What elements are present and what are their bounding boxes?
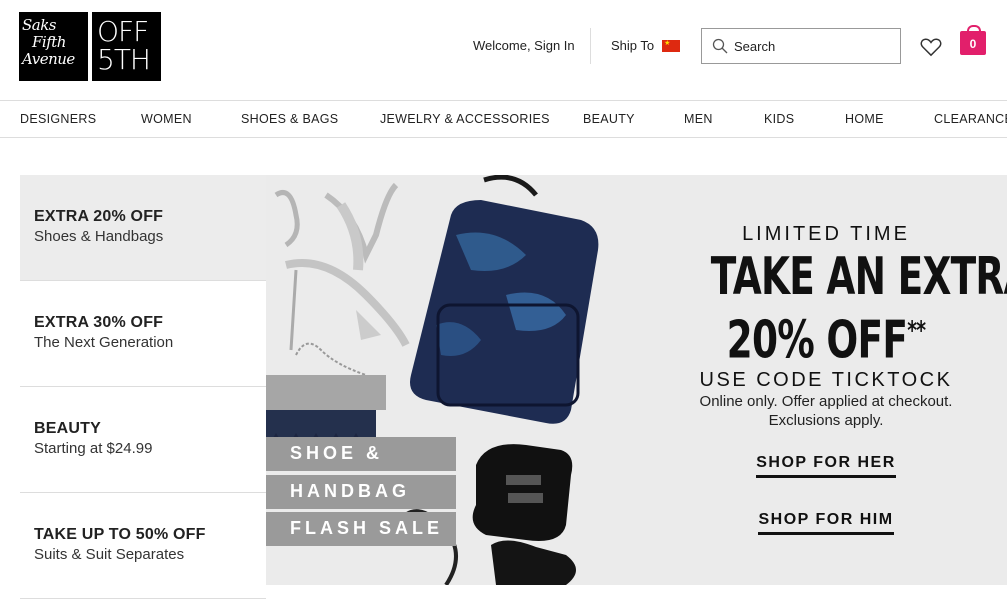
limited-time-label: LIMITED TIME [742,223,910,245]
nav-designers[interactable]: DESIGNERS [20,112,96,126]
sign-in-link[interactable]: Welcome, Sign In [473,38,575,53]
offer-fine-print: Online only. Offer applied at checkout. [699,393,953,411]
promo-item[interactable]: EXTRA 30% OFF The Next Generation [20,281,266,387]
ship-to-label: Ship To [611,38,655,53]
promo-subtitle: Shoes & Handbags [34,228,164,245]
promo-item[interactable]: TAKE UP TO 50% OFF Suits & Suit Separate… [20,493,266,599]
off5th-logo: OFF 5TH [90,12,161,81]
search-icon [712,38,728,54]
off5th-logo-line: OFF [97,15,149,48]
nav-kids[interactable]: KIDS [764,112,794,126]
promo-subtitle: The Next Generation [34,334,174,351]
shop-for-him-link[interactable]: SHOP FOR HIM [758,511,894,536]
nav-men[interactable]: MEN [684,112,713,126]
saks-logo-line: Fifth [32,33,66,51]
hero-banner[interactable]: SHOE & HANDBAG FLASH SALE LIMITED TIME T… [266,175,1007,585]
hero-discount: 20% OFF** [711,304,941,367]
bag-count: 0 [969,37,977,51]
header-divider [590,28,591,64]
promo-code: USE CODE TICKTOCK [699,369,953,392]
main-nav: DESIGNERS WOMEN SHOES & BAGS JEWELRY & A… [0,100,1007,138]
shop-for-her-link[interactable]: SHOP FOR HER [756,454,896,479]
hero-discount-footnote: ** [907,316,926,346]
saks-off5th-logo[interactable]: Saks Fifth Avenue OFF 5TH [19,12,161,81]
promo-item[interactable]: BEAUTY Starting at $24.99 [20,387,266,493]
offer-exclusions: Exclusions apply. [768,412,884,430]
site-header: Saks Fifth Avenue OFF 5TH Welcome, Sign … [0,0,1007,100]
promo-title: EXTRA 30% OFF [34,314,164,331]
nav-home[interactable]: HOME [845,112,884,126]
hero-discount-text: 20% OFF [726,310,908,371]
promo-item[interactable]: EXTRA 20% OFF Shoes & Handbags [20,175,266,281]
promo-subtitle: Suits & Suit Separates [34,546,185,563]
search-box[interactable] [701,28,901,64]
nav-shoes-bags[interactable]: SHOES & BAGS [241,112,338,126]
flash-label: HANDBAG [266,475,456,509]
saks-logo-line: Saks [22,16,57,34]
nav-clearance[interactable]: CLEARANCE [934,112,1007,126]
promo-title: TAKE UP TO 50% OFF [34,526,206,543]
nav-women[interactable]: WOMEN [141,112,192,126]
search-input[interactable] [734,38,894,54]
nav-jewelry-accessories[interactable]: JEWELRY & ACCESSORIES [380,112,550,126]
flash-label: FLASH SALE [266,512,456,546]
china-flag-icon [662,39,681,52]
promo-title: BEAUTY [34,420,101,437]
ship-to-selector[interactable]: Ship To [611,38,681,53]
promo-title: EXTRA 20% OFF [34,208,164,225]
nav-beauty[interactable]: BEAUTY [583,112,635,126]
saks-logo-line: Avenue [22,50,75,68]
hero-copy: LIMITED TIME TAKE AN EXTRA 20% OFF** USE… [666,223,1007,536]
heart-icon[interactable] [920,37,942,57]
shopping-bag-button[interactable]: 0 [960,25,986,55]
saks-logo: Saks Fifth Avenue [19,12,88,81]
promo-subtitle: Starting at $24.99 [34,440,153,457]
hero-headline: TAKE AN EXTRA [710,247,1007,307]
off5th-logo-line: 5TH [97,43,151,76]
promo-list: EXTRA 20% OFF Shoes & Handbags EXTRA 30%… [20,175,266,599]
flash-label: SHOE & [266,437,456,471]
